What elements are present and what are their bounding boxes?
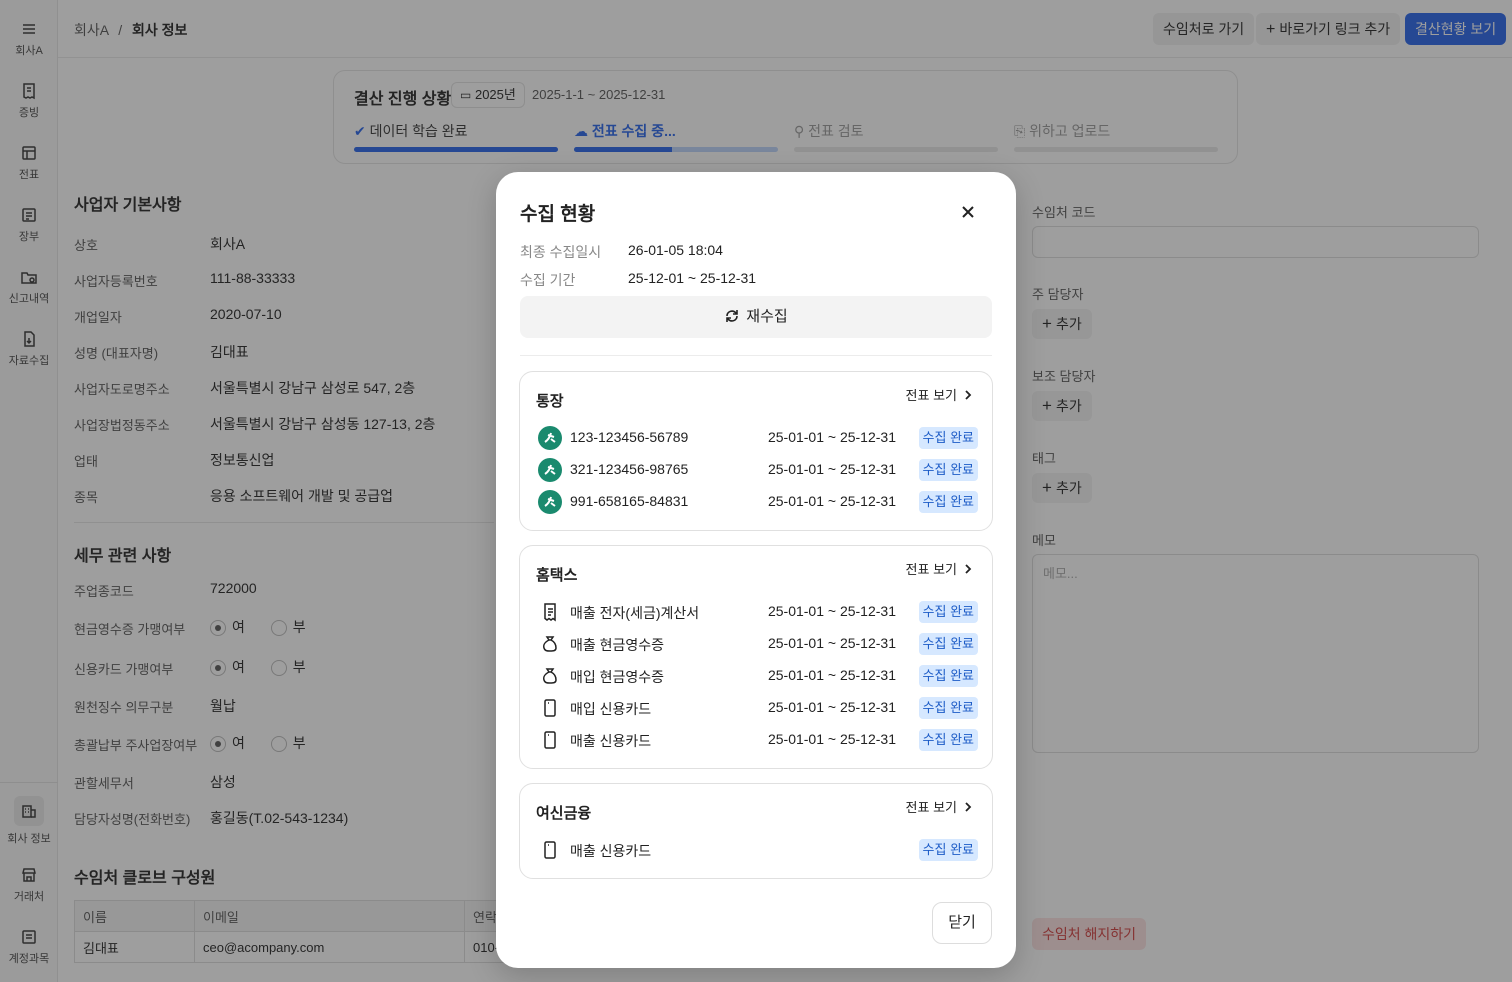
item-name: 매출 현금영수증: [570, 637, 665, 653]
item-name: 매출 신용카드: [570, 843, 652, 859]
list-item: 321-123456-98765 25-01-01 ~ 25-12-31 수집 …: [536, 457, 978, 483]
view-slip-link[interactable]: 전표 보기: [906, 385, 974, 404]
account-number: 321-123456-98765: [570, 461, 689, 477]
status-badge: 수집 완료: [918, 839, 978, 861]
item-name: 매출 신용카드: [570, 733, 652, 749]
status-badge: 수집 완료: [918, 459, 978, 481]
refresh-icon: [726, 310, 739, 322]
list-item: 매출 신용카드 25-01-01 ~ 25-12-31 수집 완료: [536, 727, 978, 753]
list-item: 매입 현금영수증 25-01-01 ~ 25-12-31 수집 완료: [536, 663, 978, 689]
chevron-right-icon: [965, 564, 972, 574]
status-badge: 수집 완료: [918, 427, 978, 449]
card-icon: [538, 728, 562, 752]
close-button[interactable]: 닫기: [932, 902, 992, 944]
status-badge: 수집 완료: [918, 665, 978, 687]
status-badge: 수집 완료: [918, 601, 978, 623]
list-item: 매출 전자(세금)계산서 25-01-01 ~ 25-12-31 수집 완료: [536, 599, 978, 625]
view-slip-link[interactable]: 전표 보기: [906, 559, 974, 578]
last-collected-label: 최종 수집일시: [520, 244, 602, 260]
view-slip-link[interactable]: 전표 보기: [906, 797, 974, 816]
card-icon: [538, 696, 562, 720]
list-item: 매출 신용카드 수집 완료: [536, 837, 978, 863]
account-number: 991-658165-84831: [570, 493, 689, 509]
collect-range: 25-01-01 ~ 25-12-31: [767, 699, 896, 715]
collect-range: 25-01-01 ~ 25-12-31: [767, 429, 896, 445]
bank-section-card: 통장 전표 보기 123-123456-56789 25-01-01 ~ 25-…: [519, 371, 993, 531]
period-value: 25-12-01 ~ 25-12-31: [628, 270, 757, 286]
collect-range: 25-01-01 ~ 25-12-31: [767, 635, 896, 651]
last-collected-value: 26-01-05 18:04: [628, 242, 723, 258]
collect-range: 25-01-01 ~ 25-12-31: [767, 493, 896, 509]
close-icon[interactable]: [958, 202, 978, 222]
bank-logo-icon: [538, 426, 562, 450]
card-icon: [538, 838, 562, 862]
section-title: 통장: [536, 393, 564, 410]
status-badge: 수집 완료: [918, 729, 978, 751]
section-title: 홈택스: [536, 567, 578, 584]
collect-range: 25-01-01 ~ 25-12-31: [767, 731, 896, 747]
bank-logo-icon: [538, 490, 562, 514]
item-name: 매입 현금영수증: [570, 669, 665, 685]
chevron-right-icon: [965, 390, 972, 400]
recollect-button[interactable]: 재수집: [520, 296, 992, 338]
item-name: 매입 신용카드: [570, 701, 652, 717]
view-slip-label: 전표 보기: [905, 388, 957, 403]
collect-range: 25-01-01 ~ 25-12-31: [767, 461, 896, 477]
view-slip-label: 전표 보기: [905, 800, 957, 815]
bank-logo-icon: [538, 458, 562, 482]
section-title: 여신금융: [536, 805, 592, 822]
hometax-section-card: 홈택스 전표 보기 매출 전자(세금)계산서 25-01-01 ~ 25-12-…: [519, 545, 993, 769]
money-bag-icon: [538, 664, 562, 688]
collect-range: 25-01-01 ~ 25-12-31: [767, 603, 896, 619]
list-item: 991-658165-84831 25-01-01 ~ 25-12-31 수집 …: [536, 489, 978, 515]
status-badge: 수집 완료: [918, 491, 978, 513]
period-label: 수집 기간: [520, 272, 576, 288]
invoice-icon: [538, 600, 562, 624]
account-number: 123-123456-56789: [570, 429, 689, 445]
list-item: 매입 신용카드 25-01-01 ~ 25-12-31 수집 완료: [536, 695, 978, 721]
credit-finance-section-card: 여신금융 전표 보기 매출 신용카드 수집 완료: [519, 783, 993, 879]
modal-title: 수집 현황: [520, 204, 596, 225]
chevron-right-icon: [965, 802, 972, 812]
status-badge: 수집 완료: [918, 697, 978, 719]
view-slip-label: 전표 보기: [905, 562, 957, 577]
collect-range: 25-01-01 ~ 25-12-31: [767, 667, 896, 683]
recollect-label: 재수집: [746, 308, 788, 325]
list-item: 123-123456-56789 25-01-01 ~ 25-12-31 수집 …: [536, 425, 978, 451]
list-item: 매출 현금영수증 25-01-01 ~ 25-12-31 수집 완료: [536, 631, 978, 657]
divider: [520, 355, 992, 356]
status-badge: 수집 완료: [918, 633, 978, 655]
money-bag-icon: [538, 632, 562, 656]
item-name: 매출 전자(세금)계산서: [570, 605, 700, 621]
collection-status-modal: 수집 현황 최종 수집일시 26-01-05 18:04 수집 기간 25-12…: [496, 172, 1016, 968]
